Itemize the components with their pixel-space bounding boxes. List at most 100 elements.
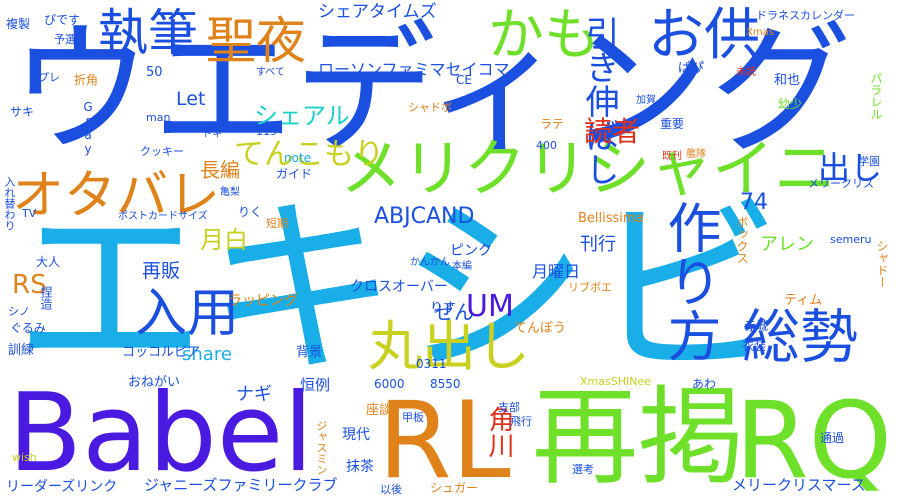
- word: お供: [648, 3, 760, 68]
- word: ポストカードサイズ: [118, 211, 208, 222]
- word: サキ: [10, 105, 35, 119]
- word: 恒例: [300, 376, 331, 394]
- word: 折角: [74, 73, 99, 87]
- word: 刊行: [580, 234, 616, 255]
- word: 読者: [584, 115, 641, 148]
- word: 現代: [342, 427, 370, 443]
- word: ピンク: [450, 243, 492, 259]
- word: wish: [12, 451, 37, 464]
- word: 総勢: [742, 303, 859, 371]
- word: 座談: [366, 403, 393, 418]
- word: 赤城: [744, 319, 769, 333]
- word: 400: [536, 139, 557, 152]
- word: 背景: [296, 345, 323, 360]
- word: XmasSHINee: [580, 375, 651, 388]
- word: 通過: [820, 431, 845, 445]
- word: クッキー: [140, 145, 184, 158]
- word: 本編: [452, 261, 472, 272]
- word: 幼少: [778, 97, 803, 111]
- word: 50: [146, 65, 163, 80]
- word: 執筆: [98, 4, 198, 62]
- word: 複製: [6, 17, 31, 31]
- word: 既刊: [662, 151, 682, 162]
- word: りく: [238, 205, 263, 219]
- word: ボックス: [735, 216, 749, 264]
- word: 長編: [200, 158, 240, 182]
- word: Bellissima: [578, 211, 644, 226]
- word: 甲板: [402, 411, 424, 424]
- word: 丸出し: [368, 315, 530, 378]
- word: メリークリス: [808, 177, 874, 190]
- word: 再掲: [532, 376, 744, 499]
- word: 引き伸ばし: [579, 16, 619, 186]
- word: ABJCAND: [374, 204, 475, 229]
- word: 8550: [430, 377, 461, 391]
- word: 月白: [200, 226, 248, 254]
- word: あわ: [692, 377, 717, 391]
- word: 入用: [135, 284, 240, 344]
- word: ぱぴ: [678, 61, 705, 76]
- word: シュガー: [430, 481, 479, 495]
- word: 以後: [380, 483, 402, 496]
- word: ティム: [784, 293, 823, 308]
- word: クロスオーバー: [350, 279, 448, 295]
- word: 捏造: [39, 286, 53, 310]
- word: note: [284, 151, 312, 165]
- word-cloud: エキシビ ウエディング Babel 再掲 RL RQ メリクリシャイニ オタバレ…: [0, 0, 900, 500]
- word: シノ: [8, 305, 30, 318]
- word: ガイド: [276, 167, 313, 181]
- word: 飛行: [510, 415, 532, 428]
- word: シャドボ: [408, 101, 452, 114]
- word: 亀梨: [220, 187, 240, 198]
- word: 短期: [266, 217, 288, 230]
- word: ラッピング: [228, 293, 298, 309]
- word: 未読: [736, 67, 756, 78]
- word: ぐるみ: [10, 321, 46, 335]
- word: プレ: [38, 71, 60, 84]
- word: man: [146, 111, 171, 124]
- word: 艦隊: [686, 149, 706, 160]
- word: 訓練: [8, 343, 35, 358]
- word: ラテ: [540, 117, 565, 131]
- word: 入れ替わり: [3, 176, 16, 231]
- word: ドラネスカレンダー: [756, 9, 855, 22]
- word: 衣装: [742, 339, 767, 353]
- word: リブボエ: [568, 281, 612, 294]
- word: 0311: [416, 357, 447, 371]
- word: 作り方: [658, 200, 721, 362]
- word: 抹茶: [346, 459, 374, 475]
- word: 加賀: [636, 95, 656, 106]
- word: てんぼう: [514, 321, 567, 336]
- word: ジャニーズファミリークラブ: [144, 476, 338, 494]
- word: TV: [22, 207, 37, 220]
- word: 支部: [498, 401, 520, 414]
- word: かんかん: [410, 257, 450, 268]
- word: トキ: [202, 129, 222, 140]
- word: ローソンファミマセイコマ: [318, 60, 510, 79]
- word: アレン: [760, 234, 814, 255]
- word: 選考: [572, 463, 594, 476]
- word: 聖夜: [206, 12, 306, 70]
- word: 6000: [374, 377, 405, 391]
- word: 予選: [54, 33, 76, 46]
- word: シェアタイムズ: [318, 2, 437, 22]
- word: りす: [430, 301, 457, 316]
- word: 74: [740, 190, 768, 215]
- word: 学園: [858, 155, 880, 168]
- word: 大人: [36, 255, 61, 269]
- word: Gray: [81, 100, 95, 156]
- word: ぴです: [44, 13, 81, 27]
- word: パラレル: [869, 72, 883, 120]
- word: 119: [256, 125, 277, 138]
- word: シャドー: [875, 240, 889, 288]
- word: メリークリスマース: [732, 476, 866, 494]
- word: CE: [456, 73, 472, 87]
- word: semeru: [830, 233, 872, 246]
- word: 和也: [774, 73, 801, 88]
- word: すべて: [256, 67, 285, 78]
- word: 再販: [142, 260, 181, 282]
- word: 重要: [660, 117, 685, 131]
- word: Xmas: [746, 27, 774, 38]
- word: コッコルピア: [122, 345, 201, 360]
- word: おねがい: [128, 375, 181, 390]
